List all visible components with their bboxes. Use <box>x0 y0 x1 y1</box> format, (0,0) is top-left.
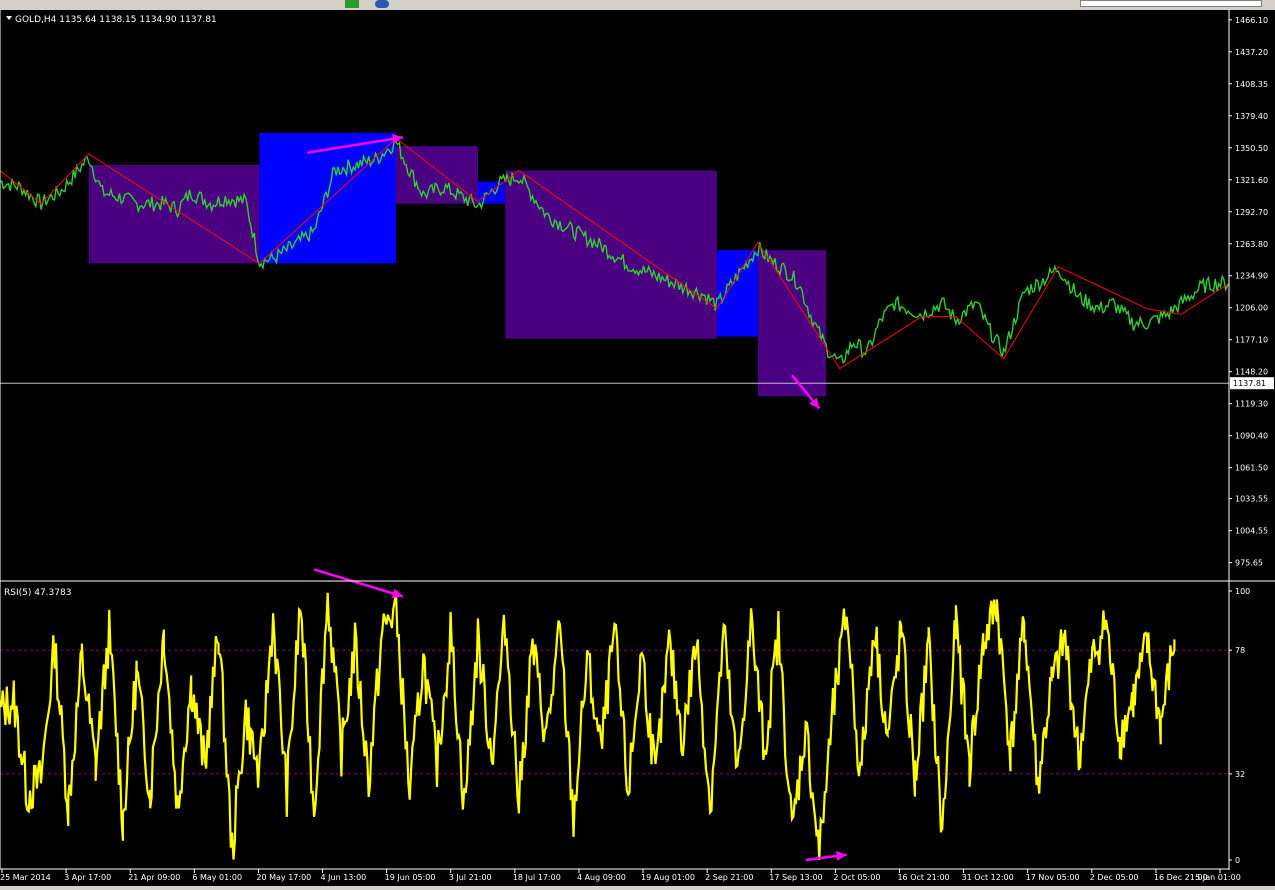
rsi-tick-label: 32 <box>1235 770 1245 779</box>
time-tick-label: 4 Jun 13:00 <box>321 873 367 882</box>
toolbar-button[interactable] <box>150 0 164 8</box>
price-tick-label: 1263.80 <box>1235 240 1268 249</box>
price-tick-label: 1437.20 <box>1235 48 1268 57</box>
price-tick-label: 1061.50 <box>1235 464 1268 473</box>
time-tick-label: 3 Jul 21:00 <box>449 873 492 882</box>
toolbar-button[interactable] <box>285 0 299 8</box>
rsi-tick-label: 78 <box>1235 646 1245 655</box>
toolbar-button[interactable] <box>1080 0 1262 7</box>
time-tick-label: 2 Oct 05:00 <box>833 873 880 882</box>
toolbar-button[interactable] <box>34 0 48 8</box>
toolbar-button[interactable] <box>58 0 72 8</box>
toolbar-button[interactable] <box>420 0 434 8</box>
chart-background <box>0 10 1275 886</box>
time-tick-label: 20 May 17:00 <box>256 873 311 882</box>
time-tick-label: 5 Jan 01:00 <box>1195 873 1241 882</box>
range-box-down <box>88 164 260 264</box>
time-tick-label: 2 Sep 21:00 <box>705 873 753 882</box>
time-tick-label: 31 Oct 12:00 <box>962 873 1014 882</box>
rsi-tick-label: 0 <box>1235 856 1240 865</box>
price-tick-label: 1350.50 <box>1235 144 1268 153</box>
time-tick-label: 2 Dec 05:00 <box>1090 873 1139 882</box>
time-tick-label: 16 Oct 21:00 <box>897 873 949 882</box>
chart-canvas[interactable]: 1137.81 1466.10 1437.20 1408.35 1379.40 1350.… <box>0 10 1275 886</box>
time-tick-label: 18 Jul 17:00 <box>513 873 561 882</box>
price-tick-label: 1234.90 <box>1235 272 1268 281</box>
time-tick-label: 19 Aug 01:00 <box>641 873 695 882</box>
price-tick-label: 1379.40 <box>1235 112 1268 121</box>
toolbar-button[interactable] <box>470 0 484 8</box>
toolbar-button[interactable] <box>178 0 192 8</box>
toolbar-new-order-icon[interactable] <box>345 0 359 8</box>
toolbar-button[interactable] <box>560 0 574 8</box>
time-tick-label: 3 Apr 17:00 <box>64 873 111 882</box>
toolbar-button[interactable] <box>12 0 26 8</box>
price-tick-label: 1090.40 <box>1235 432 1268 441</box>
time-tick-label: 4 Aug 09:00 <box>577 873 626 882</box>
time-tick-label: 17 Nov 05:00 <box>1026 873 1080 882</box>
time-tick-label: 25 Mar 2014 <box>0 873 51 882</box>
time-tick-label: 17 Sep 13:00 <box>769 873 822 882</box>
toolbar-button[interactable] <box>700 0 714 8</box>
toolbar-button[interactable] <box>605 0 619 8</box>
toolbar-button[interactable] <box>645 0 659 8</box>
indicator-header: RSI(5) 47.3783 <box>4 588 71 598</box>
price-tick-label: 1408.35 <box>1235 80 1268 89</box>
price-tick-label: 1033.55 <box>1235 495 1268 504</box>
price-tick-label: 1292.70 <box>1235 208 1268 217</box>
price-tick-label: 1004.55 <box>1235 527 1268 536</box>
time-tick-label: 6 May 01:00 <box>192 873 242 882</box>
chart-window[interactable]: 1137.81 1466.10 1437.20 1408.35 1379.40 1350.… <box>0 10 1275 886</box>
time-tick-label: 19 Jun 05:00 <box>385 873 436 882</box>
toolbar-button[interactable] <box>230 0 244 8</box>
price-tick-label: 1321.60 <box>1235 176 1268 185</box>
price-tick-label: 975.65 <box>1235 559 1263 568</box>
toolbar-button[interactable] <box>100 0 114 8</box>
range-box-up <box>716 250 758 337</box>
toolbar-navigator-icon[interactable] <box>375 0 389 8</box>
range-box-down <box>505 170 717 339</box>
current-price-label: 1137.81 <box>1233 379 1266 388</box>
rsi-tick-label: 100 <box>1235 587 1250 596</box>
price-tick-label: 1177.10 <box>1235 336 1268 345</box>
range-box-up <box>477 181 506 204</box>
price-tick-label: 1148.20 <box>1235 368 1268 377</box>
symbol-header: GOLD,H4 1135.64 1138.15 1134.90 1137.81 <box>15 15 217 25</box>
price-tick-label: 1466.10 <box>1235 16 1268 25</box>
price-tick-label: 1119.30 <box>1235 400 1268 409</box>
price-tick-label: 1206.00 <box>1235 304 1268 313</box>
time-tick-label: 21 Apr 09:00 <box>128 873 180 882</box>
